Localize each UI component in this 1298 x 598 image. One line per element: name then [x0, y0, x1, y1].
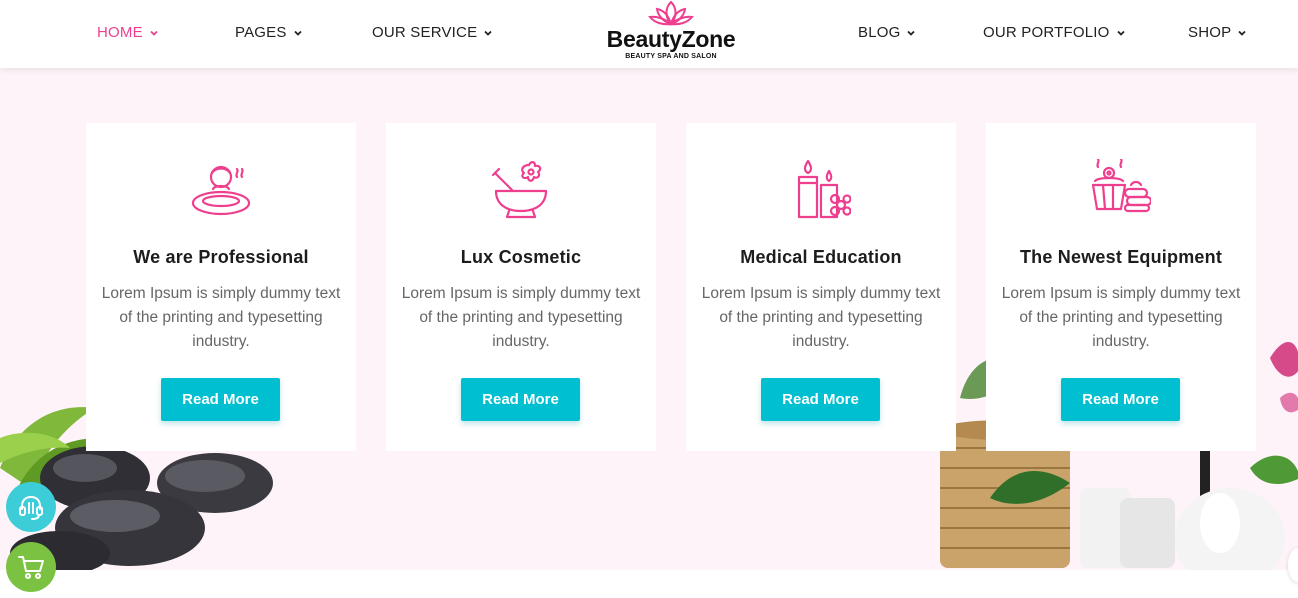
card-title: Medical Education	[740, 247, 902, 267]
nav-our-service-label: OUR SERVICE	[372, 23, 478, 41]
card-description: Lorem Ipsum is simply dummy text of the …	[701, 285, 941, 350]
spa-bath-icon	[191, 165, 251, 216]
spa-equipment-icon	[1091, 159, 1151, 213]
nav-blog-label: BLOG	[858, 23, 901, 41]
chevron-down-icon	[1238, 30, 1246, 36]
read-more-button[interactable]: Read More	[161, 378, 280, 421]
next-section-edge	[0, 570, 1298, 598]
read-more-button[interactable]: Read More	[1061, 378, 1180, 421]
read-more-button[interactable]: Read More	[461, 378, 580, 421]
nav-home-label: HOME	[97, 23, 143, 41]
nav-shop[interactable]: SHOP	[1188, 22, 1247, 42]
chevron-down-icon	[293, 30, 302, 36]
nav-home[interactable]: HOME	[97, 22, 159, 42]
card-description: Lorem Ipsum is simply dummy text of the …	[1001, 285, 1241, 350]
feature-card-lux-cosmetic: Lux Cosmetic Lorem Ipsum is simply dummy…	[386, 123, 656, 451]
nav-blog[interactable]: BLOG	[858, 22, 916, 42]
card-title: Lux Cosmetic	[460, 247, 582, 267]
read-more-button[interactable]: Read More	[761, 378, 880, 421]
feature-card-medical-education: Medical Education Lorem Ipsum is simply …	[686, 123, 956, 451]
nav-our-portfolio-label: OUR PORTFOLIO	[983, 23, 1110, 41]
nav-pages[interactable]: PAGES	[235, 22, 303, 42]
nav-our-portfolio[interactable]: OUR PORTFOLIO	[983, 22, 1126, 42]
nav-shop-label: SHOP	[1188, 23, 1232, 41]
chevron-down-icon	[150, 30, 158, 36]
feature-card-professional: We are Professional Lorem Ipsum is simpl…	[86, 123, 356, 451]
candles-icon	[797, 159, 851, 219]
lotus-icon	[648, 0, 694, 26]
mortar-flower-icon	[491, 161, 548, 219]
site-header: HOME PAGES OUR SERVICE BeautyZone BEAUTY…	[0, 0, 1298, 68]
features-section: We are Professional Lorem Ipsum is simpl…	[0, 68, 1298, 570]
headset-icon	[19, 495, 43, 520]
chevron-down-icon	[1116, 30, 1125, 36]
card-title: We are Professional	[133, 247, 309, 267]
card-description: Lorem Ipsum is simply dummy text of the …	[101, 285, 341, 350]
cart-button[interactable]	[6, 542, 56, 592]
nav-pages-label: PAGES	[235, 23, 287, 41]
brand-logo[interactable]: BeautyZone BEAUTY SPA AND SALON	[598, 0, 744, 66]
nav-our-service[interactable]: OUR SERVICE	[372, 22, 493, 42]
chevron-down-icon	[907, 30, 916, 36]
brand-name: BeautyZone	[606, 26, 736, 52]
chevron-down-icon	[484, 30, 492, 36]
card-title: The Newest Equipment	[1019, 247, 1223, 267]
support-button[interactable]	[6, 482, 56, 532]
cart-icon	[18, 556, 44, 579]
card-description: Lorem Ipsum is simply dummy text of the …	[401, 285, 641, 350]
brand-tagline: BEAUTY SPA AND SALON	[625, 53, 717, 60]
feature-card-newest-equipment: The Newest Equipment Lorem Ipsum is simp…	[986, 123, 1256, 451]
